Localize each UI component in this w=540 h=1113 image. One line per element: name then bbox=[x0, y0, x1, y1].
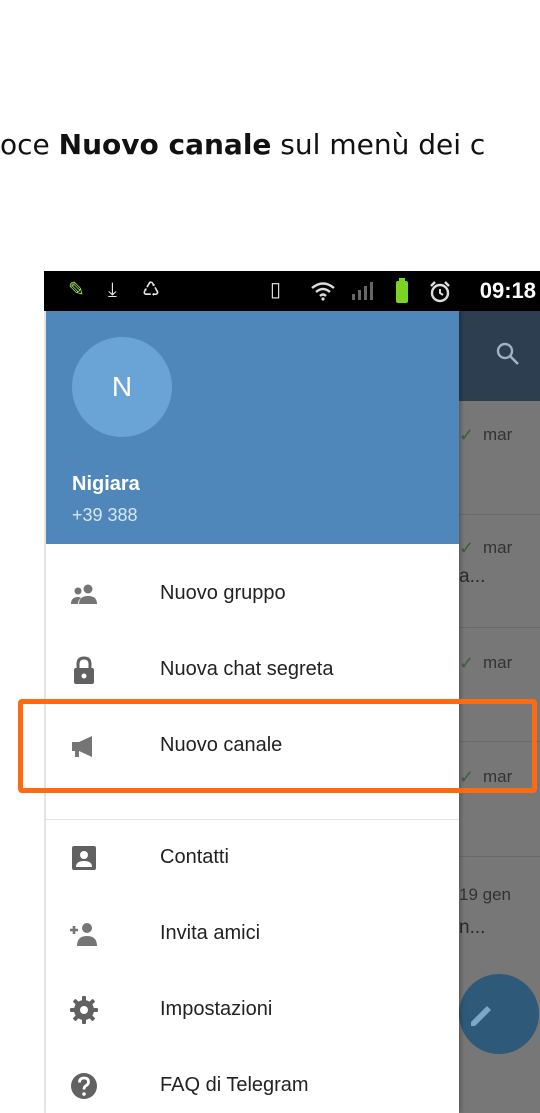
user-name: Nigiara bbox=[72, 473, 140, 495]
row-divider bbox=[459, 856, 540, 857]
phone-screenshot: ✎ ⤓ ♺ ▯ 09:18 ✓ mar ✓ mar a... ✓ mar ✓ m… bbox=[44, 271, 540, 1113]
menu-divider bbox=[46, 819, 459, 820]
menu-item-label: Contatti bbox=[160, 846, 229, 868]
menu-item-label: Impostazioni bbox=[160, 998, 273, 1020]
lock-icon bbox=[74, 656, 94, 684]
alarm-icon bbox=[430, 281, 450, 303]
drawer-header: N Nigiara +39 388 bbox=[46, 311, 459, 544]
menu-item-faq-di-telegram[interactable]: FAQ di Telegram bbox=[46, 1056, 459, 1113]
chat-date: mar bbox=[483, 653, 513, 672]
read-check-icon: ✓ bbox=[459, 538, 475, 558]
avatar[interactable]: N bbox=[72, 337, 172, 437]
user-phone: +39 388 bbox=[72, 505, 138, 525]
pencil-icon: ✎ bbox=[68, 279, 85, 301]
menu-item-contatti[interactable]: Contatti bbox=[46, 828, 459, 888]
menu-item-label: Nuovo gruppo bbox=[160, 582, 286, 604]
menu-item-invita-amici[interactable]: Invita amici bbox=[46, 904, 459, 964]
chat-snippet: a... bbox=[459, 566, 486, 587]
menu-item-nuova-chat-segreta[interactable]: Nuova chat segreta bbox=[46, 640, 459, 700]
caption-suffix: sul menù dei c bbox=[271, 128, 486, 161]
add-person-icon bbox=[70, 923, 97, 946]
highlight-box bbox=[18, 699, 537, 793]
contact-card-icon bbox=[72, 846, 96, 870]
signal-icon bbox=[352, 282, 373, 300]
status-bar: ✎ ⤓ ♺ ▯ 09:18 bbox=[44, 271, 540, 311]
pencil-icon bbox=[471, 1006, 491, 1026]
compose-fab[interactable] bbox=[459, 974, 540, 1054]
compose-fab-circle bbox=[459, 974, 539, 1054]
read-check-icon: ✓ bbox=[459, 425, 475, 445]
instruction-caption: oce Nuovo canale sul menù dei c bbox=[0, 128, 540, 168]
caption-bold: Nuovo canale bbox=[58, 128, 272, 161]
wifi-icon bbox=[311, 282, 335, 301]
row-divider bbox=[459, 627, 540, 628]
chat-snippet: n... bbox=[459, 917, 486, 938]
recycle-icon: ♺ bbox=[142, 279, 160, 301]
row-divider bbox=[459, 514, 540, 515]
group-icon bbox=[71, 584, 97, 604]
menu-item-label: Nuova chat segreta bbox=[160, 658, 334, 680]
search-icon[interactable] bbox=[495, 341, 521, 367]
gear-icon bbox=[70, 996, 98, 1024]
status-time: 09:18 bbox=[479, 278, 536, 303]
menu-item-nuovo-gruppo[interactable]: Nuovo gruppo bbox=[46, 564, 459, 624]
chat-date: 19 gen bbox=[459, 885, 511, 904]
menu-item-impostazioni[interactable]: Impostazioni bbox=[46, 980, 459, 1040]
help-icon bbox=[71, 1073, 97, 1099]
background-toolbar bbox=[459, 311, 540, 401]
menu-item-label: Invita amici bbox=[160, 922, 261, 944]
download-icon: ⤓ bbox=[108, 279, 117, 301]
vibrate-icon: ▯ bbox=[270, 279, 282, 301]
chat-date: mar bbox=[483, 538, 513, 557]
read-check-icon: ✓ bbox=[459, 653, 475, 673]
chat-date: mar bbox=[483, 425, 513, 444]
caption-prefix: oce bbox=[0, 128, 59, 161]
menu-item-label: FAQ di Telegram bbox=[160, 1074, 309, 1096]
battery-icon bbox=[396, 278, 408, 303]
